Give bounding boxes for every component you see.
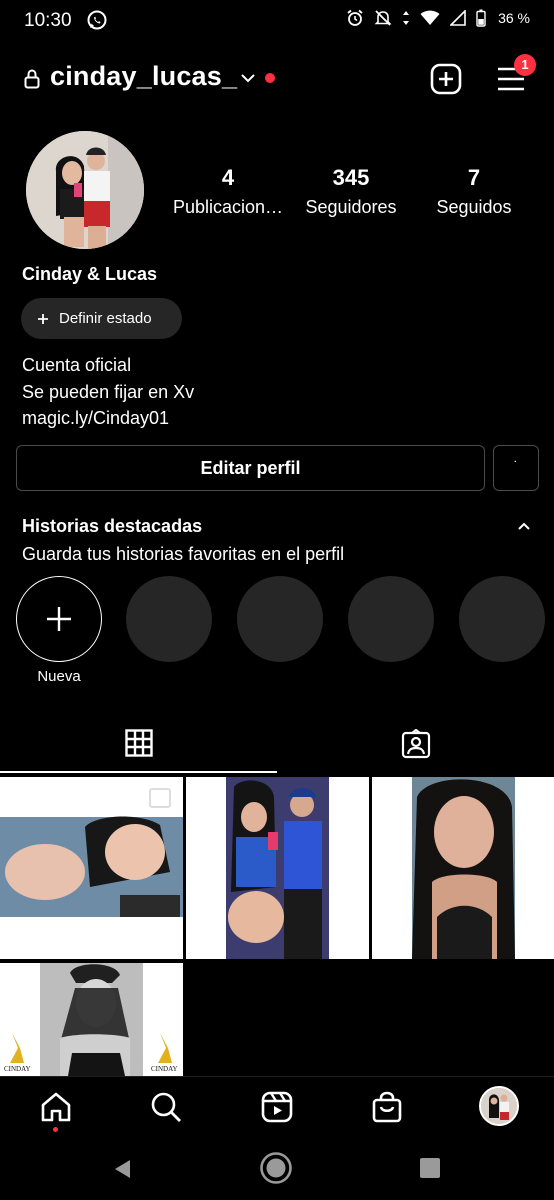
followers-count: 345 [332, 165, 370, 190]
highlight-placeholder [126, 576, 212, 662]
signal-icon [450, 10, 466, 26]
following-count: 7 [467, 165, 481, 190]
status-bar: 10:30 36 % [0, 0, 554, 42]
post-thumbnail[interactable] [186, 777, 369, 959]
battery-percent: 36 % [498, 10, 530, 26]
home-activity-dot [53, 1127, 58, 1132]
new-highlight-button[interactable] [16, 576, 102, 662]
grid-icon [124, 729, 153, 757]
set-status-button[interactable]: Definir estado [21, 298, 182, 339]
post-thumbnail[interactable] [372, 777, 554, 959]
whatsapp-icon [87, 10, 107, 30]
stat-posts[interactable]: 4 Publicacion… [163, 165, 293, 218]
notification-badge: 1 [514, 54, 536, 76]
battery-icon [476, 9, 486, 27]
clock: 10:30 [24, 10, 72, 31]
chevron-down-icon[interactable] [240, 72, 256, 84]
bottom-navigation [0, 1076, 554, 1136]
home-button-icon[interactable] [259, 1151, 293, 1185]
highlights-title: Historias destacadas [22, 516, 203, 536]
posts-label: Publicacion… [172, 197, 284, 217]
highlight-placeholder [237, 576, 323, 662]
bio-line: Se pueden fijar en Xv [22, 381, 195, 402]
account-alert-dot [265, 73, 275, 83]
plus-icon [47, 607, 71, 631]
followers-label: Seguidores [305, 197, 397, 217]
bio-line: Cuenta oficial [22, 355, 132, 375]
bio-link[interactable]: magic.ly/Cinday01 [22, 405, 194, 432]
display-name: Cinday & Lucas [22, 264, 158, 284]
set-status-label: Definir estado [59, 310, 152, 327]
more-options-button[interactable]: ˙ [493, 445, 539, 491]
mute-icon [374, 10, 392, 26]
posts-count: 4 [221, 165, 235, 190]
tab-tagged[interactable] [277, 715, 554, 773]
add-post-icon[interactable] [430, 63, 462, 95]
chevron-up-icon[interactable] [516, 520, 532, 532]
highlights-subtitle: Guarda tus historias favoritas en el per… [22, 544, 345, 564]
post-thumbnail[interactable] [0, 777, 183, 959]
plus-icon [38, 313, 48, 324]
search-icon[interactable] [150, 1091, 182, 1123]
reels-icon[interactable] [261, 1091, 293, 1123]
wifi-icon [420, 10, 440, 25]
system-navigation [0, 1136, 554, 1200]
highlight-placeholder [459, 576, 545, 662]
watermark-right: CINDAY [151, 1065, 178, 1073]
username[interactable]: cinday_lucas_ [50, 61, 237, 92]
lock-icon [24, 69, 40, 89]
stat-followers[interactable]: 345 Seguidores [286, 165, 416, 218]
profile-header: cinday_lucas_ 1 [0, 52, 554, 108]
alarm-icon [347, 9, 363, 26]
stat-following[interactable]: 7 Seguidos [409, 165, 539, 218]
data-arrows-icon [403, 11, 410, 25]
post-thumbnail[interactable]: CINDAY CINDAY [0, 963, 183, 1076]
tagged-icon [401, 729, 430, 759]
profile-avatar[interactable] [26, 131, 144, 249]
tab-posts-grid[interactable] [0, 715, 277, 773]
edit-profile-button[interactable]: Editar perfil [16, 445, 485, 491]
back-icon[interactable] [112, 1158, 132, 1180]
new-highlight-label: Nueva [37, 668, 81, 685]
profile-tab-avatar[interactable] [479, 1086, 519, 1126]
watermark-left: CINDAY [4, 1065, 31, 1073]
highlight-placeholder [348, 576, 434, 662]
home-icon[interactable] [40, 1091, 72, 1123]
recents-icon[interactable] [420, 1158, 440, 1178]
shop-icon[interactable] [371, 1091, 403, 1123]
bio: Cuenta oficial Se pueden fijar en Xv mag… [22, 352, 194, 432]
following-label: Seguidos [436, 197, 512, 217]
